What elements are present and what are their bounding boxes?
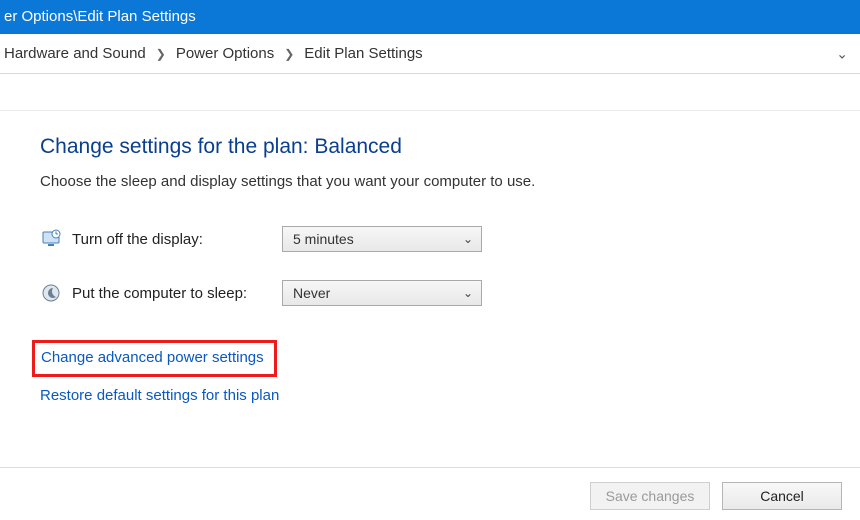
address-bar[interactable]: Hardware and Sound ❯ Power Options ❯ Edi… — [0, 34, 860, 74]
footer-bar: Save changes Cancel — [0, 467, 860, 510]
sleep-timeout-value: Never — [293, 285, 330, 301]
setting-row-sleep: Put the computer to sleep: Never ⌄ — [40, 280, 820, 306]
cancel-button[interactable]: Cancel — [722, 482, 842, 510]
breadcrumb-item[interactable]: Edit Plan Settings — [304, 45, 422, 62]
display-timeout-value: 5 minutes — [293, 231, 354, 247]
links-block: Change advanced power settings Restore d… — [40, 334, 820, 404]
restore-defaults-link[interactable]: Restore default settings for this plan — [40, 387, 279, 404]
moon-icon — [40, 282, 62, 304]
breadcrumb-item[interactable]: Hardware and Sound — [4, 45, 146, 62]
display-timeout-select[interactable]: 5 minutes ⌄ — [282, 226, 482, 252]
change-advanced-link[interactable]: Change advanced power settings — [41, 349, 264, 366]
chevron-right-icon: ❯ — [284, 47, 294, 61]
monitor-icon — [40, 228, 62, 250]
breadcrumb: Hardware and Sound ❯ Power Options ❯ Edi… — [4, 45, 423, 62]
page-title: Change settings for the plan: Balanced — [40, 135, 820, 159]
chevron-down-icon: ⌄ — [463, 286, 473, 300]
main-content: Change settings for the plan: Balanced C… — [0, 111, 860, 404]
setting-row-display: Turn off the display: 5 minutes ⌄ — [40, 226, 820, 252]
window-titlebar: er Options\Edit Plan Settings — [0, 0, 860, 34]
dropdown-chevron-icon[interactable]: ⌄ — [836, 45, 848, 62]
chevron-down-icon: ⌄ — [463, 232, 473, 246]
sleep-label: Put the computer to sleep: — [72, 285, 282, 302]
save-button: Save changes — [590, 482, 710, 510]
page-subtext: Choose the sleep and display settings th… — [40, 173, 820, 190]
breadcrumb-item[interactable]: Power Options — [176, 45, 274, 62]
display-label: Turn off the display: — [72, 231, 282, 248]
highlight-box: Change advanced power settings — [32, 340, 277, 377]
window-title-text: er Options\Edit Plan Settings — [4, 8, 196, 25]
chevron-right-icon: ❯ — [156, 47, 166, 61]
sleep-timeout-select[interactable]: Never ⌄ — [282, 280, 482, 306]
